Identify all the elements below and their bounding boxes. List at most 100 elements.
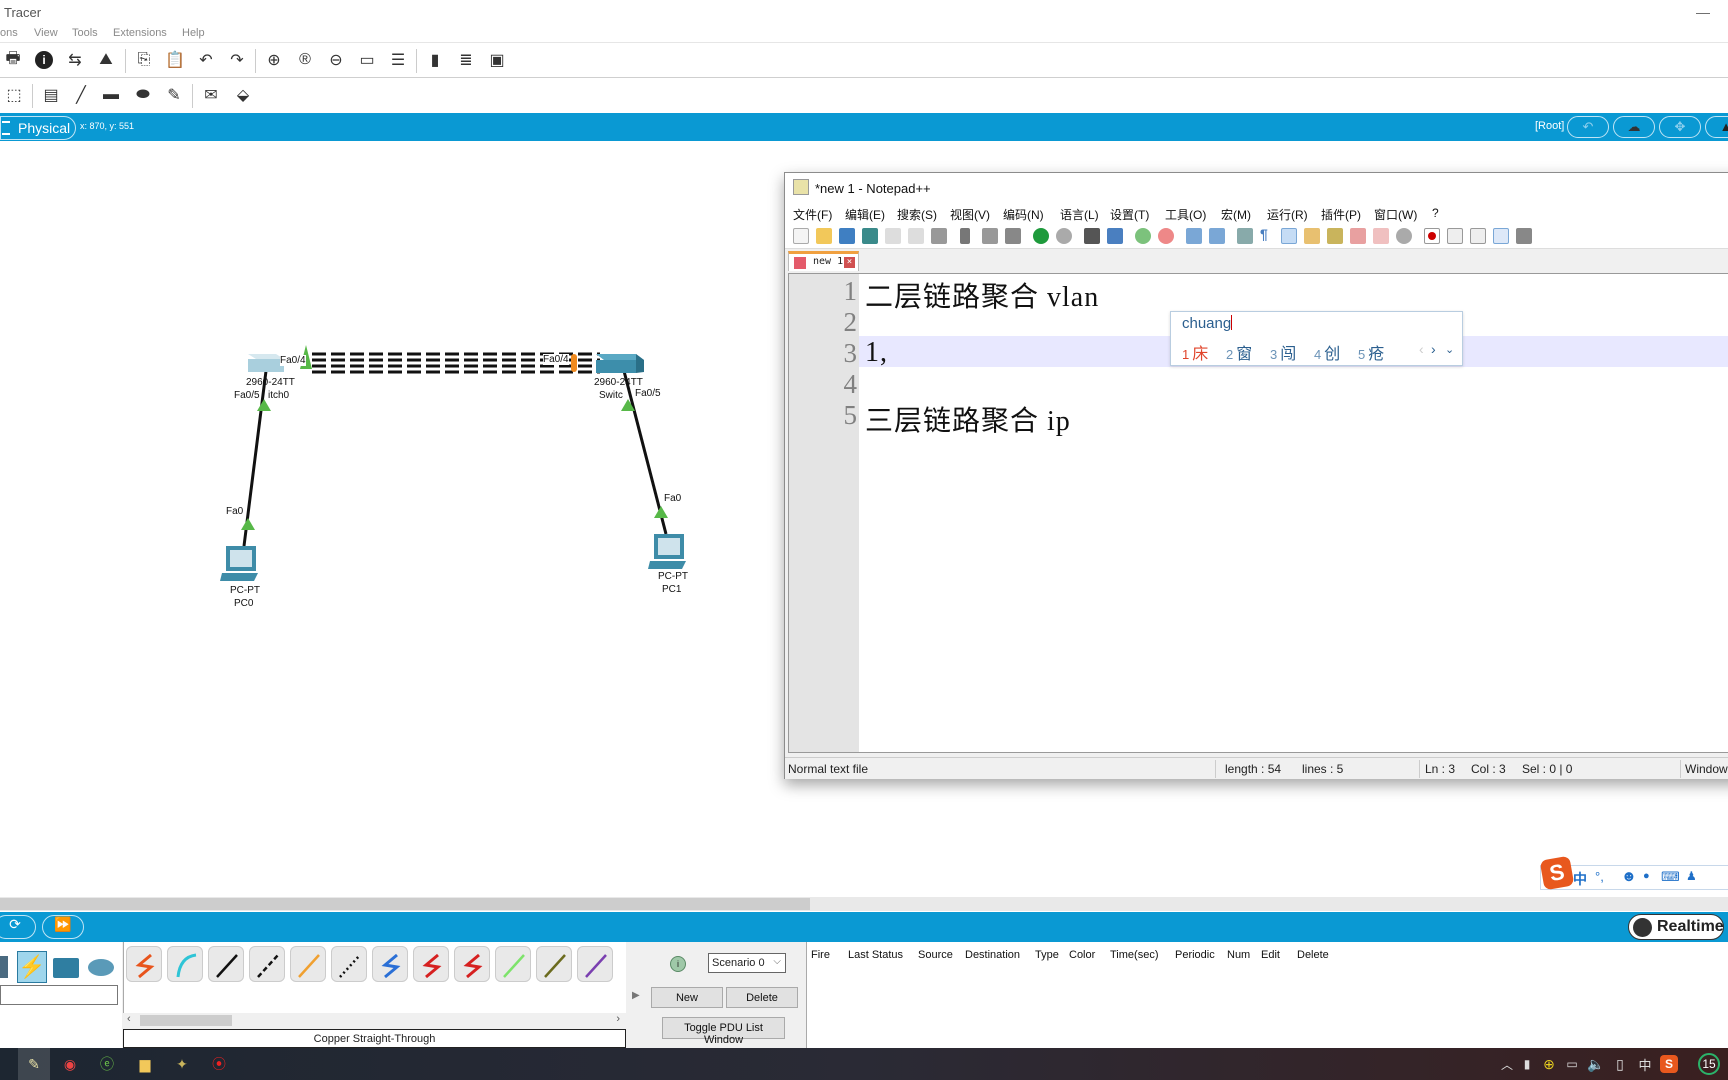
sync-vertical-icon[interactable] — [1186, 228, 1202, 244]
paste-icon[interactable]: 📋 — [164, 49, 186, 71]
minimize-button[interactable]: — — [1696, 4, 1710, 20]
play-macro-icon[interactable] — [1470, 228, 1486, 244]
sync-horizontal-icon[interactable] — [1209, 228, 1225, 244]
notes-icon[interactable]: ▮ — [424, 49, 446, 71]
line-icon[interactable]: ╱ — [70, 84, 92, 106]
list-icon[interactable]: ☰ — [387, 49, 409, 71]
multiuser-cloud-icon[interactable] — [88, 959, 114, 976]
zoom-out-icon[interactable] — [1158, 228, 1174, 244]
rectangle-icon[interactable]: ▬ — [100, 84, 122, 106]
realtime-mode-button[interactable]: Realtime — [1628, 914, 1724, 940]
paste-icon[interactable] — [1005, 228, 1021, 244]
ellipse-icon[interactable]: ⬬ — [132, 84, 154, 106]
save-all-icon[interactable] — [862, 228, 878, 244]
tray-ime-lang[interactable]: 中 — [1633, 1052, 1657, 1076]
find-icon[interactable] — [1084, 228, 1100, 244]
npp-menu-edit[interactable]: 编辑(E) — [845, 206, 885, 223]
device-rack-icon[interactable]: ≣ — [455, 49, 477, 71]
close-all-icon[interactable] — [908, 228, 924, 244]
cable-octal-button[interactable] — [495, 946, 531, 982]
fast-forward-icon[interactable]: ⏩ — [42, 915, 84, 939]
sogou-logo-icon[interactable]: S — [1539, 855, 1575, 891]
collapse-arrow-icon[interactable]: ▶ — [632, 990, 640, 1001]
word-wrap-icon[interactable] — [1237, 228, 1253, 244]
ime-lang-icon[interactable]: 中 — [1573, 869, 1587, 889]
activity-wizard-icon[interactable]: ⛰ — [95, 49, 117, 71]
save-macro-icon[interactable] — [1516, 228, 1532, 244]
npp-menu-help[interactable]: ? — [1432, 206, 1439, 220]
user-transfer-icon[interactable]: ⇆ — [64, 49, 86, 71]
delete-scenario-button[interactable]: Delete — [726, 987, 798, 1008]
npp-menu-plugins[interactable]: 插件(P) — [1321, 206, 1361, 223]
info-icon[interactable]: i — [33, 49, 55, 71]
scenario-select[interactable]: Scenario 0 ⌵ — [708, 953, 786, 973]
ime-candidate-4[interactable]: 4创 — [1314, 340, 1340, 364]
undo-icon[interactable] — [1033, 228, 1049, 244]
undo-icon[interactable]: ↶ — [195, 49, 217, 71]
physical-tab[interactable]: Physical — [0, 116, 76, 140]
taskbar-browser-icon[interactable]: ⓔ — [95, 1052, 119, 1076]
power-cycle-icon[interactable]: ⟳ — [0, 915, 36, 939]
npp-menu-view[interactable]: 视图(V) — [950, 206, 990, 223]
menu-options[interactable]: ons — [0, 27, 18, 39]
end-devices-icon[interactable] — [0, 956, 8, 978]
npp-menu-run[interactable]: 运行(R) — [1267, 206, 1308, 223]
tab-new-1[interactable]: new 1 × — [788, 251, 859, 271]
ime-voice-icon[interactable]: ● — [1643, 870, 1650, 882]
cable-fiber-button[interactable] — [290, 946, 326, 982]
new-file-icon[interactable] — [793, 228, 809, 244]
misc-folder-icon[interactable] — [53, 958, 79, 978]
npp-menu-window[interactable]: 窗口(W) — [1374, 206, 1417, 223]
taskbar-packettracer-icon[interactable]: ✦ — [170, 1052, 194, 1076]
tray-network-icon[interactable]: ▯ — [1608, 1052, 1632, 1076]
run-macro-multiple-icon[interactable] — [1493, 228, 1509, 244]
taskbar-recorder-icon[interactable]: ⦿ — [207, 1052, 231, 1076]
cable-serial-dte-button[interactable] — [454, 946, 490, 982]
taskbar-explorer-icon[interactable]: ▆ — [133, 1052, 157, 1076]
select-icon[interactable]: ⬚ — [3, 84, 25, 106]
doc-map-icon[interactable] — [1327, 228, 1343, 244]
cable-copper-cross-over-button[interactable] — [249, 946, 285, 982]
npp-menu-settings[interactable]: 设置(T) — [1110, 206, 1149, 223]
zoom-out-icon[interactable]: ⊖ — [325, 49, 347, 71]
cable-scroll-thumb[interactable] — [140, 1015, 232, 1026]
indent-guide-icon[interactable] — [1281, 228, 1297, 244]
cable-phone-button[interactable] — [331, 946, 367, 982]
monitoring-icon[interactable] — [1396, 228, 1412, 244]
taskbar-notepad-icon[interactable]: ✎ — [18, 1048, 50, 1080]
close-icon[interactable] — [885, 228, 901, 244]
show-all-chars-icon[interactable]: ¶ — [1260, 226, 1276, 242]
ime-candidate-2[interactable]: 2窗 — [1226, 340, 1252, 364]
ime-prev-icon[interactable]: ‹ — [1419, 341, 1424, 357]
menu-view[interactable]: View — [34, 27, 58, 39]
device-search-input[interactable] — [0, 985, 118, 1005]
menu-help[interactable]: Help — [182, 27, 205, 39]
npp-menu-tools[interactable]: 工具(O) — [1165, 206, 1206, 223]
ime-punct-icon[interactable]: °, — [1595, 869, 1604, 884]
open-file-icon[interactable] — [816, 228, 832, 244]
toggle-pdu-list-button[interactable]: Toggle PDU List Window — [662, 1017, 785, 1046]
note-icon[interactable]: ▤ — [40, 84, 62, 106]
ime-candidate-1[interactable]: 1床 — [1182, 340, 1208, 364]
redo-icon[interactable] — [1056, 228, 1072, 244]
cable-serial-dce-button[interactable] — [413, 946, 449, 982]
npp-menu-language[interactable]: 语言(L) — [1060, 206, 1099, 223]
npp-menu-file[interactable]: 文件(F) — [793, 206, 832, 223]
move-object-icon[interactable]: ✥ — [1659, 116, 1701, 138]
npp-menu-encoding[interactable]: 编码(N) — [1003, 206, 1044, 223]
tray-sogou-icon[interactable]: S — [1660, 1055, 1678, 1073]
complex-pdu-icon[interactable]: ⬙ — [232, 84, 254, 106]
editor-line[interactable]: 1, — [865, 337, 888, 369]
connections-category-icon[interactable]: ⚡ — [17, 951, 47, 983]
folder-workspace-icon[interactable] — [1373, 228, 1389, 244]
scroll-right-icon[interactable]: › — [616, 1013, 620, 1025]
cable-console-button[interactable] — [167, 946, 203, 982]
cable-coaxial-button[interactable] — [372, 946, 408, 982]
ime-expand-icon[interactable]: ⌄ — [1445, 343, 1454, 356]
ime-candidate-5[interactable]: 5疮 — [1358, 340, 1384, 364]
cable-iot-custom-button[interactable] — [536, 946, 572, 982]
npp-menu-search[interactable]: 搜索(S) — [897, 206, 937, 223]
tray-mic-icon[interactable]: ▮ — [1515, 1052, 1539, 1076]
cable-usb-button[interactable] — [577, 946, 613, 982]
set-background-icon[interactable]: ▲ — [1705, 116, 1728, 138]
